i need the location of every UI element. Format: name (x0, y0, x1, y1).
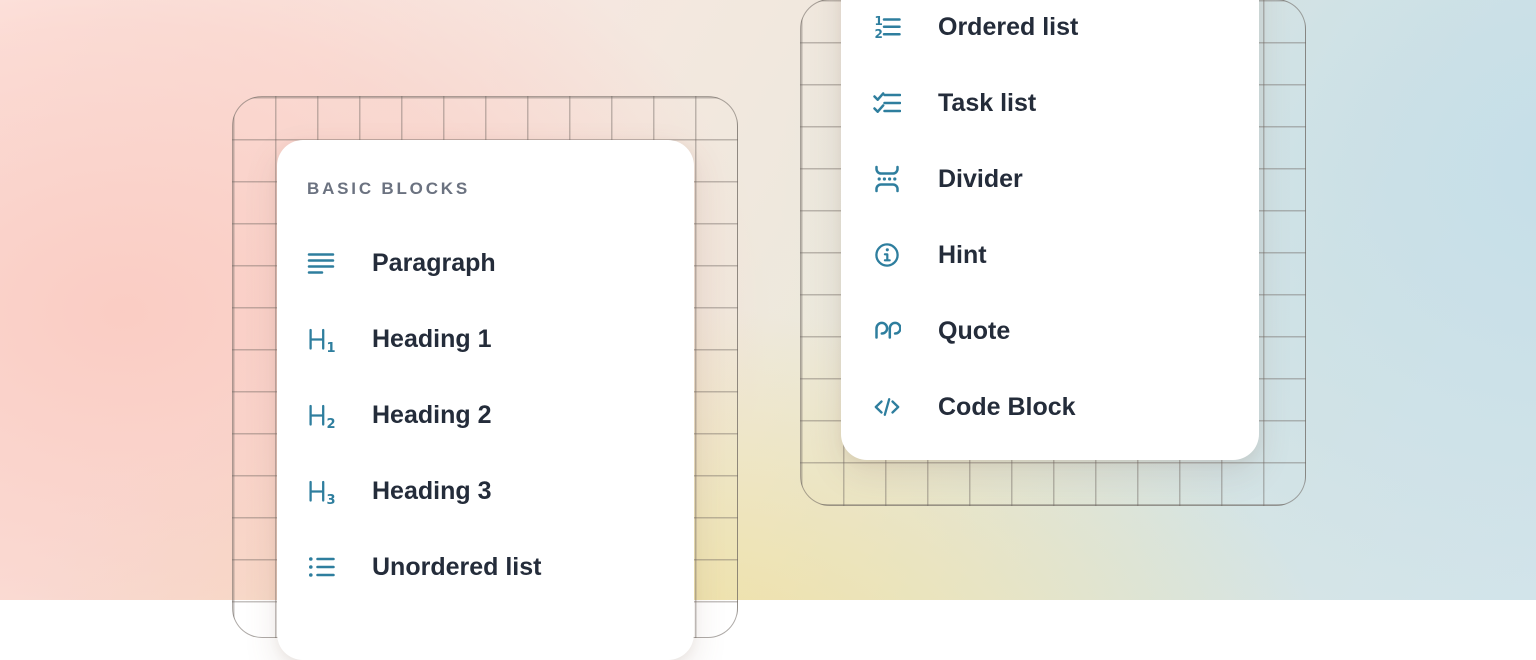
section-header: BASIC BLOCKS (307, 178, 694, 200)
heading-3-icon: 3 (307, 477, 335, 505)
paragraph-icon (307, 249, 335, 277)
svg-text:2: 2 (327, 417, 336, 429)
svg-text:1: 1 (327, 341, 336, 353)
heading-2-icon: 2 (307, 401, 335, 429)
menu-item-label: Heading 1 (372, 325, 491, 354)
menu-item-paragraph[interactable]: Paragraph (307, 249, 694, 277)
quote-icon (873, 317, 901, 345)
menu-item-label: Task list (938, 89, 1036, 118)
blocks-menu-continued: 12 Ordered list Task list Divider Hint Quote C… (873, 13, 1259, 421)
menu-item-label: Divider (938, 165, 1023, 194)
menu-item-heading-1[interactable]: 1 Heading 1 (307, 325, 694, 353)
menu-item-hint[interactable]: Hint (873, 241, 1259, 269)
menu-item-ordered-list[interactable]: 12 Ordered list (873, 13, 1259, 41)
svg-text:2: 2 (875, 27, 883, 41)
menu-item-quote[interactable]: Quote (873, 317, 1259, 345)
blocks-card-continued: 12 Ordered list Task list Divider Hint Quote C… (841, 0, 1259, 460)
ordered-list-icon: 12 (873, 13, 901, 41)
code-block-icon (873, 393, 901, 421)
basic-blocks-menu: Paragraph 1 Heading 1 2 Heading 2 3 Heading 3 U… (307, 249, 694, 581)
menu-item-label: Code Block (938, 393, 1076, 422)
basic-blocks-card: BASIC BLOCKS Paragraph 1 Heading 1 2 Heading… (277, 140, 694, 660)
unordered-list-icon (307, 553, 335, 581)
menu-item-divider[interactable]: Divider (873, 165, 1259, 193)
divider-icon (873, 165, 901, 193)
task-list-icon (873, 89, 901, 117)
menu-item-label: Quote (938, 317, 1010, 346)
menu-item-label: Unordered list (372, 553, 541, 582)
menu-item-label: Heading 3 (372, 477, 491, 506)
heading-1-icon: 1 (307, 325, 335, 353)
svg-text:3: 3 (327, 493, 336, 505)
menu-item-label: Paragraph (372, 249, 496, 278)
menu-item-unordered-list[interactable]: Unordered list (307, 553, 694, 581)
hint-icon (873, 241, 901, 269)
svg-text:1: 1 (875, 14, 883, 28)
menu-item-label: Heading 2 (372, 401, 491, 430)
menu-item-label: Ordered list (938, 13, 1078, 42)
menu-item-label: Hint (938, 241, 987, 270)
menu-item-heading-2[interactable]: 2 Heading 2 (307, 401, 694, 429)
menu-item-task-list[interactable]: Task list (873, 89, 1259, 117)
menu-item-heading-3[interactable]: 3 Heading 3 (307, 477, 694, 505)
menu-item-code-block[interactable]: Code Block (873, 393, 1259, 421)
